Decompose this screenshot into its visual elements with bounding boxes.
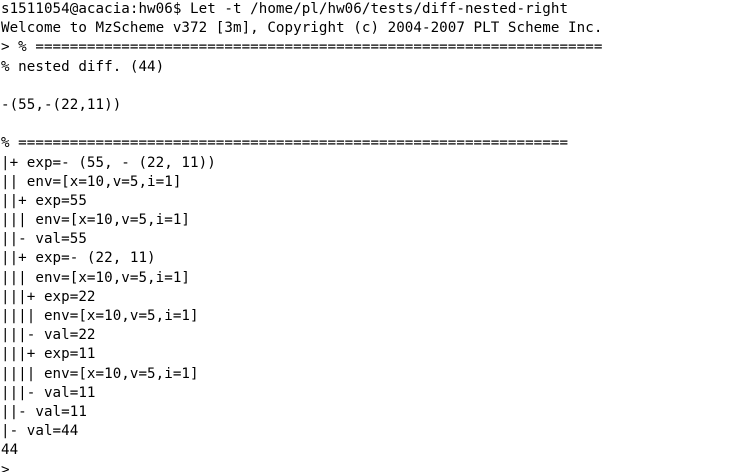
welcome-banner: Welcome to MzScheme v372 [3m], Copyright… — [1, 20, 603, 37]
trace-line: |||- val=22 — [1, 327, 96, 344]
trace-line: |||+ exp=11 — [1, 346, 96, 363]
trace-line: |||| env=[x=10,v=5,i=1] — [1, 308, 199, 324]
separator-line: > % ====================================… — [1, 39, 603, 56]
trace-line: |||| env=[x=10,v=5,i=1] — [1, 365, 199, 382]
trace-line: |||- val=11 — [1, 384, 96, 401]
trace-line: || env=[x=10,v=5,i=1] — [1, 173, 182, 190]
expression-line: -(55,-(22,11)) — [1, 96, 122, 113]
trace-line: ||- val=55 — [1, 231, 87, 248]
trace-line: ||| env=[x=10,v=5,i=1] — [1, 269, 191, 286]
trace-line: |||+ exp=22 — [1, 288, 96, 305]
trace-line: |+ exp=- (55, - (22, 11)) — [1, 154, 216, 171]
trace-line: |- val=44 — [1, 423, 79, 440]
trace-line: ||| env=[x=10,v=5,i=1] — [1, 212, 191, 229]
trace-line: ||- val=11 — [1, 403, 87, 420]
separator-line: % ======================================… — [1, 135, 569, 152]
input-prompt[interactable]: > — [1, 461, 744, 472]
trace-line: ||+ exp=55 — [1, 192, 87, 209]
test-comment: % nested diff. (44) — [1, 58, 165, 75]
shell-command-line: s1511054@acacia:hw06$ Let -t /home/pl/hw… — [1, 1, 569, 17]
result-output: 44 — [1, 442, 19, 459]
terminal-window[interactable]: s1511054@acacia:hw06$ Let -t /home/pl/hw… — [0, 0, 744, 472]
trace-line: ||+ exp=- (22, 11) — [1, 250, 156, 267]
